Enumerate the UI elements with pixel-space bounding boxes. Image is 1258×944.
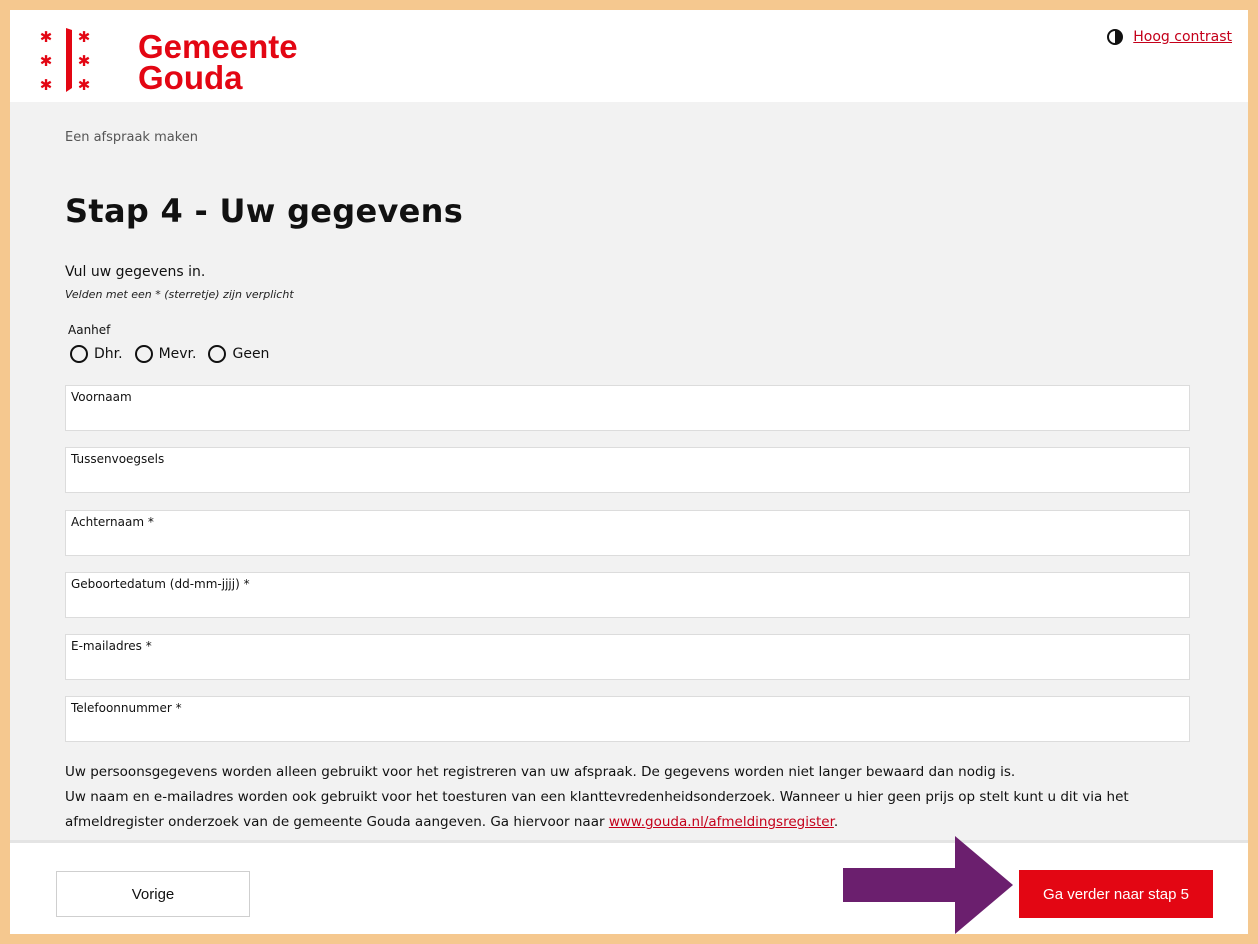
- previous-button[interactable]: Vorige: [56, 871, 250, 917]
- breadcrumb: Een afspraak maken: [65, 130, 199, 145]
- logo-line-2: Gouda: [138, 59, 243, 96]
- voornaam-label: Voornaam: [71, 390, 132, 404]
- radio-dhr[interactable]: Dhr.: [70, 345, 123, 363]
- email-field[interactable]: E-mailadres *: [65, 634, 1190, 680]
- voornaam-field[interactable]: Voornaam: [65, 385, 1190, 431]
- radio-dhr-label: Dhr.: [94, 346, 123, 362]
- afmeldingsregister-link[interactable]: www.gouda.nl/afmeldingsregister: [609, 814, 834, 830]
- form-footer: Vorige Ga verder naar stap 5: [10, 840, 1248, 934]
- achternaam-input[interactable]: [71, 531, 1185, 555]
- page-title: Stap 4 - Uw gegevens: [65, 192, 464, 230]
- privacy-line-2: Uw naam en e-mailadres worden ook gebrui…: [65, 785, 1205, 835]
- arrow-right-icon: [843, 836, 1013, 934]
- privacy-notice: Uw persoonsgegevens worden alleen gebrui…: [65, 760, 1205, 835]
- voornaam-input[interactable]: [71, 406, 1185, 430]
- radio-mevr[interactable]: Mevr.: [134, 345, 197, 363]
- radio-geen[interactable]: Geen: [208, 345, 269, 363]
- high-contrast-toggle[interactable]: Hoog contrast: [1107, 29, 1232, 45]
- privacy-line-1: Uw persoonsgegevens worden alleen gebrui…: [65, 764, 1016, 780]
- page-frame: ✱ ✱ ✱ ✱ ✱ ✱ Gemeente Gouda Hoog contrast…: [10, 10, 1248, 934]
- achternaam-field[interactable]: Achternaam *: [65, 510, 1190, 556]
- radio-geen-label: Geen: [232, 346, 270, 362]
- radio-circle-icon[interactable]: [134, 345, 153, 363]
- svg-text:✱: ✱: [40, 76, 53, 94]
- geboortedatum-input[interactable]: [71, 593, 1185, 617]
- aanhef-radio-group: Dhr. Mevr. Geen: [70, 345, 269, 363]
- tussenvoegsels-input[interactable]: [71, 468, 1185, 492]
- svg-text:✱: ✱: [78, 28, 91, 46]
- achternaam-label: Achternaam *: [71, 515, 154, 529]
- privacy-line-2-end: .: [833, 814, 839, 830]
- intro-text: Vul uw gegevens in.: [65, 264, 206, 280]
- svg-text:✱: ✱: [40, 28, 53, 46]
- next-step-button[interactable]: Ga verder naar stap 5: [1019, 870, 1213, 918]
- required-fields-note: Velden met een * (sterretje) zijn verpli…: [65, 288, 294, 301]
- aanhef-label: Aanhef: [68, 323, 111, 337]
- email-label: E-mailadres *: [71, 639, 152, 653]
- svg-text:✱: ✱: [78, 52, 91, 70]
- tussenvoegsels-field[interactable]: Tussenvoegsels: [65, 447, 1190, 493]
- telefoonnummer-label: Telefoonnummer *: [71, 701, 182, 715]
- svg-text:✱: ✱: [78, 76, 91, 94]
- radio-circle-icon[interactable]: [208, 345, 227, 363]
- geboortedatum-field[interactable]: Geboortedatum (dd-mm-jjjj) *: [65, 572, 1190, 618]
- gouda-logo-icon: ✱ ✱ ✱ ✱ ✱ ✱: [40, 28, 91, 94]
- geboortedatum-label: Geboortedatum (dd-mm-jjjj) *: [71, 577, 250, 591]
- site-header: ✱ ✱ ✱ ✱ ✱ ✱ Gemeente Gouda Hoog contrast: [10, 10, 1248, 102]
- telefoonnummer-input[interactable]: [71, 717, 1185, 741]
- contrast-icon: [1107, 29, 1124, 45]
- privacy-line-2-text: Uw naam en e-mailadres worden ook gebrui…: [65, 789, 1129, 830]
- email-input[interactable]: [71, 655, 1185, 679]
- logo-text: Gemeente Gouda: [138, 30, 298, 96]
- high-contrast-link[interactable]: Hoog contrast: [1133, 29, 1232, 45]
- radio-circle-icon[interactable]: [70, 345, 88, 363]
- tussenvoegsels-label: Tussenvoegsels: [71, 452, 165, 466]
- svg-text:✱: ✱: [40, 52, 53, 70]
- radio-mevr-label: Mevr.: [158, 346, 197, 362]
- telefoonnummer-field[interactable]: Telefoonnummer *: [65, 696, 1190, 742]
- gouda-logo[interactable]: ✱ ✱ ✱ ✱ ✱ ✱ Gemeente Gouda: [38, 24, 298, 94]
